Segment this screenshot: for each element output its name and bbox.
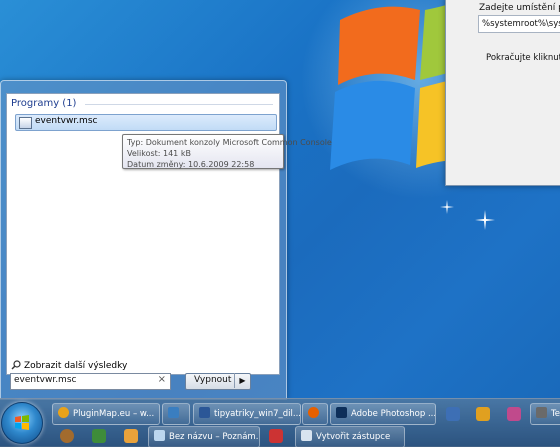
taskbar-item-word[interactable]: tipyatriky_win7_dil... xyxy=(193,403,301,425)
word-icon xyxy=(199,407,210,418)
shortcut-icon xyxy=(301,430,312,441)
programs-header: Programy (1) xyxy=(11,98,77,109)
create-shortcut-dialog: Zadejte umístění polož %systemroot%\syst… xyxy=(445,0,560,186)
shutdown-button[interactable]: Vypnout ▶ xyxy=(185,373,251,390)
start-menu: Programy (1) eventvwr.msc Zobrazit další… xyxy=(0,80,287,400)
taskbar-item-label: tipyatriky_win7_dil... xyxy=(214,409,301,419)
tooltip-modified: Datum změny: 10.6.2009 22:58 xyxy=(127,160,255,169)
search-icon xyxy=(11,360,21,370)
photoshop-icon xyxy=(336,407,347,418)
sparkle-icon xyxy=(440,200,454,214)
taskbar-item-label: Vytvořit zástupce xyxy=(316,432,391,442)
taskbar-item-notepad[interactable]: Bez názvu – Poznám... xyxy=(148,426,260,448)
taskbar-item-firefox[interactable] xyxy=(302,403,328,425)
clear-search-icon[interactable]: × xyxy=(158,374,166,385)
taskbar-item-photoshop[interactable]: Adobe Photoshop ... xyxy=(330,403,436,425)
picture-icon xyxy=(168,407,179,418)
outlook-icon[interactable] xyxy=(124,429,138,443)
location-label: Zadejte umístění polož xyxy=(479,3,560,13)
firefox-icon xyxy=(308,407,319,418)
file-info-tooltip: Typ: Dokument konzoly Microsoft Common C… xyxy=(122,134,332,169)
search-input-value: eventvwr.msc xyxy=(14,375,77,385)
shutdown-options-arrow-icon[interactable]: ▶ xyxy=(234,373,250,388)
browser-icon xyxy=(58,407,69,418)
search-result-label: eventvwr.msc xyxy=(35,116,98,126)
tooltip-type: Typ: Dokument konzoly Microsoft Common C… xyxy=(127,138,332,147)
quicklaunch-icon[interactable] xyxy=(92,429,106,443)
location-input[interactable]: %systemroot%\syste xyxy=(478,15,560,33)
tray-icon[interactable] xyxy=(476,407,490,421)
shutdown-label: Vypnout xyxy=(194,375,232,385)
more-results-link[interactable]: Zobrazit další výsledky xyxy=(11,360,127,371)
quicklaunch-icon[interactable] xyxy=(269,429,283,443)
taskbar-item-label: PluginMap.eu – w... xyxy=(73,409,155,419)
tray-icon[interactable] xyxy=(446,407,460,421)
taskbar-item-pluginmap[interactable]: PluginMap.eu – w... xyxy=(52,403,160,425)
tray-icon[interactable] xyxy=(507,407,521,421)
app-icon xyxy=(536,407,547,418)
taskbar-item-label: Bez názvu – Poznám... xyxy=(169,432,260,442)
dialog-hint-text: Pokračujte kliknutím n xyxy=(486,53,560,63)
taskbar-item-label: Adobe Photoshop ... xyxy=(351,409,436,419)
taskbar-item-image[interactable] xyxy=(162,403,190,425)
start-button[interactable] xyxy=(1,402,43,444)
wallpaper-windows-logo xyxy=(330,0,460,170)
search-result-eventvwr[interactable]: eventvwr.msc xyxy=(15,114,277,131)
sparkle-icon xyxy=(475,210,495,230)
section-divider xyxy=(85,104,273,105)
taskbar-item-te[interactable]: Te xyxy=(530,403,560,425)
taskbar-item-label: Te xyxy=(551,409,560,419)
windows-flag-icon xyxy=(15,415,29,430)
msc-file-icon xyxy=(19,117,32,129)
tooltip-size: Velikost: 141 kB xyxy=(127,149,191,158)
taskbar-item-create-shortcut[interactable]: Vytvořit zástupce xyxy=(295,426,405,448)
more-results-label: Zobrazit další výsledky xyxy=(24,361,128,371)
notepad-icon xyxy=(154,430,165,441)
start-search-input[interactable]: eventvwr.msc × xyxy=(10,373,171,390)
quicklaunch-icon[interactable] xyxy=(60,429,74,443)
